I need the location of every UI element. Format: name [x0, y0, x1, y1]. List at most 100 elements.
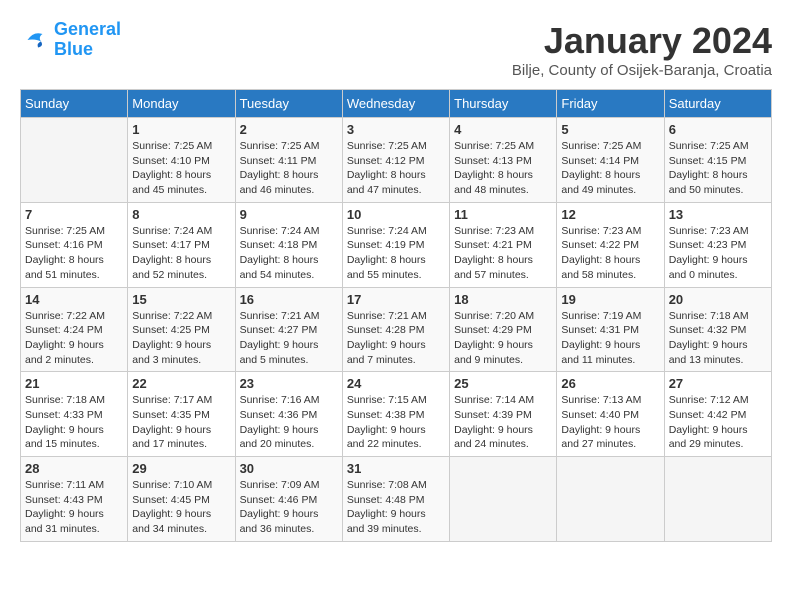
- calendar-cell: 31 Sunrise: 7:08 AM Sunset: 4:48 PM Dayli…: [342, 457, 449, 542]
- calendar-cell: 15Sunrise: 7:22 AM Sunset: 4:25 PM Dayli…: [128, 287, 235, 372]
- day-number: 21: [25, 376, 123, 391]
- day-number: 3: [347, 122, 445, 137]
- day-number: 14: [25, 292, 123, 307]
- day-number: 5: [561, 122, 659, 137]
- day-number: 25: [454, 376, 552, 391]
- day-number: 7: [25, 207, 123, 222]
- day-info: Sunrise: 7:25 AM Sunset: 4:15 PM Dayligh…: [669, 139, 767, 198]
- page-header: General Blue January 2024 Bilje, County …: [20, 20, 772, 79]
- day-info: Sunrise: 7:24 AM Sunset: 4:17 PM Dayligh…: [132, 224, 230, 283]
- calendar-cell: [557, 457, 664, 542]
- day-info: Sunrise: 7:22 AM Sunset: 4:24 PM Dayligh…: [25, 309, 123, 368]
- day-number: 10: [347, 207, 445, 222]
- calendar-header-row: SundayMondayTuesdayWednesdayThursdayFrid…: [21, 90, 772, 118]
- day-number: 24: [347, 376, 445, 391]
- calendar-week-row: 1 Sunrise: 7:25 AM Sunset: 4:10 PM Daylig…: [21, 118, 772, 203]
- day-info: Sunrise: 7:16 AM Sunset: 4:36 PM Dayligh…: [240, 393, 338, 452]
- weekday-header: Saturday: [664, 90, 771, 118]
- logo: General Blue: [20, 20, 121, 60]
- day-number: 31: [347, 461, 445, 476]
- day-number: 30: [240, 461, 338, 476]
- calendar-cell: [664, 457, 771, 542]
- day-info: Sunrise: 7:25 AM Sunset: 4:14 PM Dayligh…: [561, 139, 659, 198]
- day-number: 9: [240, 207, 338, 222]
- day-info: Sunrise: 7:25 AM Sunset: 4:16 PM Dayligh…: [25, 224, 123, 283]
- day-info: Sunrise: 7:20 AM Sunset: 4:29 PM Dayligh…: [454, 309, 552, 368]
- calendar-cell: 5 Sunrise: 7:25 AM Sunset: 4:14 PM Daylig…: [557, 118, 664, 203]
- day-info: Sunrise: 7:25 AM Sunset: 4:10 PM Dayligh…: [132, 139, 230, 198]
- calendar-cell: 24 Sunrise: 7:15 AM Sunset: 4:38 PM Dayli…: [342, 372, 449, 457]
- day-info: Sunrise: 7:25 AM Sunset: 4:11 PM Dayligh…: [240, 139, 338, 198]
- day-number: 15: [132, 292, 230, 307]
- day-info: Sunrise: 7:21 AM Sunset: 4:28 PM Dayligh…: [347, 309, 445, 368]
- calendar-cell: 10 Sunrise: 7:24 AM Sunset: 4:19 PM Dayli…: [342, 202, 449, 287]
- calendar-cell: 7 Sunrise: 7:25 AM Sunset: 4:16 PM Daylig…: [21, 202, 128, 287]
- day-info: Sunrise: 7:23 AM Sunset: 4:21 PM Dayligh…: [454, 224, 552, 283]
- calendar-cell: 29 Sunrise: 7:10 AM Sunset: 4:45 PM Dayli…: [128, 457, 235, 542]
- day-number: 18: [454, 292, 552, 307]
- calendar-cell: 13Sunrise: 7:23 AM Sunset: 4:23 PM Dayli…: [664, 202, 771, 287]
- day-info: Sunrise: 7:17 AM Sunset: 4:35 PM Dayligh…: [132, 393, 230, 452]
- calendar-cell: 16 Sunrise: 7:21 AM Sunset: 4:27 PM Dayli…: [235, 287, 342, 372]
- day-info: Sunrise: 7:25 AM Sunset: 4:13 PM Dayligh…: [454, 139, 552, 198]
- day-number: 4: [454, 122, 552, 137]
- day-info: Sunrise: 7:09 AM Sunset: 4:46 PM Dayligh…: [240, 478, 338, 537]
- calendar-cell: 30 Sunrise: 7:09 AM Sunset: 4:46 PM Dayli…: [235, 457, 342, 542]
- calendar-cell: 26Sunrise: 7:13 AM Sunset: 4:40 PM Dayli…: [557, 372, 664, 457]
- calendar-cell: 28 Sunrise: 7:11 AM Sunset: 4:43 PM Dayli…: [21, 457, 128, 542]
- day-number: 20: [669, 292, 767, 307]
- location: Bilje, County of Osijek-Baranja, Croatia: [512, 62, 772, 79]
- calendar-cell: 19Sunrise: 7:19 AM Sunset: 4:31 PM Dayli…: [557, 287, 664, 372]
- day-info: Sunrise: 7:08 AM Sunset: 4:48 PM Dayligh…: [347, 478, 445, 537]
- day-info: Sunrise: 7:25 AM Sunset: 4:12 PM Dayligh…: [347, 139, 445, 198]
- day-info: Sunrise: 7:23 AM Sunset: 4:22 PM Dayligh…: [561, 224, 659, 283]
- calendar-cell: 25 Sunrise: 7:14 AM Sunset: 4:39 PM Dayli…: [450, 372, 557, 457]
- calendar-week-row: 28 Sunrise: 7:11 AM Sunset: 4:43 PM Dayli…: [21, 457, 772, 542]
- day-number: 27: [669, 376, 767, 391]
- day-number: 26: [561, 376, 659, 391]
- calendar-cell: 20Sunrise: 7:18 AM Sunset: 4:32 PM Dayli…: [664, 287, 771, 372]
- calendar-cell: 6Sunrise: 7:25 AM Sunset: 4:15 PM Daylig…: [664, 118, 771, 203]
- calendar-cell: 2Sunrise: 7:25 AM Sunset: 4:11 PM Daylig…: [235, 118, 342, 203]
- day-number: 11: [454, 207, 552, 222]
- day-info: Sunrise: 7:14 AM Sunset: 4:39 PM Dayligh…: [454, 393, 552, 452]
- weekday-header: Sunday: [21, 90, 128, 118]
- weekday-header: Tuesday: [235, 90, 342, 118]
- day-number: 28: [25, 461, 123, 476]
- day-number: 12: [561, 207, 659, 222]
- day-info: Sunrise: 7:15 AM Sunset: 4:38 PM Dayligh…: [347, 393, 445, 452]
- day-info: Sunrise: 7:24 AM Sunset: 4:19 PM Dayligh…: [347, 224, 445, 283]
- day-number: 1: [132, 122, 230, 137]
- month-title: January 2024: [512, 20, 772, 62]
- calendar-cell: 23Sunrise: 7:16 AM Sunset: 4:36 PM Dayli…: [235, 372, 342, 457]
- day-number: 16: [240, 292, 338, 307]
- calendar-cell: 21Sunrise: 7:18 AM Sunset: 4:33 PM Dayli…: [21, 372, 128, 457]
- day-info: Sunrise: 7:10 AM Sunset: 4:45 PM Dayligh…: [132, 478, 230, 537]
- logo-text: General Blue: [54, 20, 121, 60]
- logo-icon: [20, 25, 50, 55]
- calendar-cell: 17Sunrise: 7:21 AM Sunset: 4:28 PM Dayli…: [342, 287, 449, 372]
- calendar-week-row: 7 Sunrise: 7:25 AM Sunset: 4:16 PM Daylig…: [21, 202, 772, 287]
- day-info: Sunrise: 7:19 AM Sunset: 4:31 PM Dayligh…: [561, 309, 659, 368]
- title-section: January 2024 Bilje, County of Osijek-Bar…: [512, 20, 772, 79]
- calendar-cell: [21, 118, 128, 203]
- weekday-header: Thursday: [450, 90, 557, 118]
- day-info: Sunrise: 7:24 AM Sunset: 4:18 PM Dayligh…: [240, 224, 338, 283]
- calendar-cell: 14 Sunrise: 7:22 AM Sunset: 4:24 PM Dayli…: [21, 287, 128, 372]
- weekday-header: Friday: [557, 90, 664, 118]
- calendar-body: 1 Sunrise: 7:25 AM Sunset: 4:10 PM Daylig…: [21, 118, 772, 542]
- calendar-cell: 1 Sunrise: 7:25 AM Sunset: 4:10 PM Daylig…: [128, 118, 235, 203]
- calendar-cell: 8Sunrise: 7:24 AM Sunset: 4:17 PM Daylig…: [128, 202, 235, 287]
- day-info: Sunrise: 7:12 AM Sunset: 4:42 PM Dayligh…: [669, 393, 767, 452]
- day-number: 22: [132, 376, 230, 391]
- calendar-cell: 27 Sunrise: 7:12 AM Sunset: 4:42 PM Dayli…: [664, 372, 771, 457]
- day-info: Sunrise: 7:11 AM Sunset: 4:43 PM Dayligh…: [25, 478, 123, 537]
- calendar-cell: 11 Sunrise: 7:23 AM Sunset: 4:21 PM Dayli…: [450, 202, 557, 287]
- weekday-header: Wednesday: [342, 90, 449, 118]
- weekday-header: Monday: [128, 90, 235, 118]
- day-number: 29: [132, 461, 230, 476]
- calendar-week-row: 21Sunrise: 7:18 AM Sunset: 4:33 PM Dayli…: [21, 372, 772, 457]
- calendar-cell: 9 Sunrise: 7:24 AM Sunset: 4:18 PM Daylig…: [235, 202, 342, 287]
- calendar-cell: 22 Sunrise: 7:17 AM Sunset: 4:35 PM Dayli…: [128, 372, 235, 457]
- day-info: Sunrise: 7:21 AM Sunset: 4:27 PM Dayligh…: [240, 309, 338, 368]
